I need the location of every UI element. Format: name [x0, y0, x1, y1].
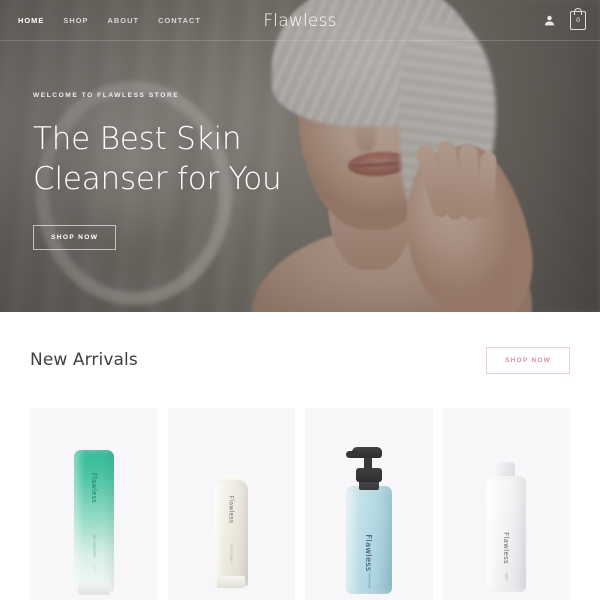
product-sub-label: HAND WASH: [367, 572, 371, 589]
product-sub-label: FACE CREAM: [229, 544, 233, 563]
product-image: Flawless HAND WASH: [305, 408, 433, 600]
product-card-pump-bottle[interactable]: Flawless HAND WASH: [305, 408, 433, 600]
product-image: Flawless FACE CREAM: [168, 408, 296, 600]
nav-link-shop[interactable]: SHOP: [63, 16, 88, 25]
nav-icon-group: 0: [543, 0, 586, 41]
product-sub-label: TONER: [504, 572, 508, 581]
product-card-cream-tube[interactable]: Flawless FACE CREAM: [167, 408, 296, 600]
hero-shop-now-button[interactable]: SHOP NOW: [33, 225, 117, 250]
hero-title-line-2: Cleanser for You: [33, 161, 282, 197]
new-arrivals-section: New Arrivals SHOP NOW Flawless SKIN CLEA…: [0, 312, 600, 600]
top-navigation-bar: HOME SHOP ABOUT CONTACT Flawless 0: [0, 0, 600, 41]
bottle-collar: [355, 468, 382, 482]
tube-cap: [77, 582, 110, 595]
hero-title-line-1: The Best Skin: [33, 121, 242, 157]
product-brand-label: Flawless: [502, 532, 511, 564]
nav-links: HOME SHOP ABOUT CONTACT: [0, 16, 201, 25]
new-arrivals-header: New Arrivals SHOP NOW: [30, 312, 570, 408]
product-card-white-bottle[interactable]: Flawless TONER: [442, 408, 571, 600]
product-brand-label: Flawless: [227, 495, 235, 524]
nav-link-about[interactable]: ABOUT: [108, 16, 140, 25]
blue-pump-bottle: Flawless HAND WASH: [345, 442, 392, 594]
product-image: Flawless TONER: [443, 408, 571, 600]
section-title: New Arrivals: [30, 350, 138, 370]
cream-tube: Flawless FACE CREAM: [214, 475, 249, 588]
product-sub-label: SKIN CLEANSER: [92, 533, 96, 558]
arrivals-shop-now-button[interactable]: SHOP NOW: [486, 346, 570, 374]
hero-title: The Best Skin Cleanser for You: [33, 119, 282, 199]
hero-section: HOME SHOP ABOUT CONTACT Flawless 0 WELCO…: [0, 0, 600, 312]
green-cleanser-tube: Flawless SKIN CLEANSER 120 ml: [73, 450, 114, 595]
product-card-green-tube[interactable]: Flawless SKIN CLEANSER 120 ml: [30, 408, 158, 600]
product-brand-label: Flawless: [363, 534, 374, 572]
product-grid: Flawless SKIN CLEANSER 120 ml Flawless F…: [30, 408, 570, 600]
user-account-icon[interactable]: [543, 14, 556, 27]
hero-eyebrow: WELCOME TO FLAWLESS STORE: [33, 92, 180, 99]
shopping-bag-icon[interactable]: 0: [570, 8, 586, 30]
product-volume-label: 120 ml: [92, 565, 95, 573]
product-brand-label: Flawless: [89, 472, 98, 504]
pump-spout: [345, 451, 358, 458]
tube-cap: [217, 576, 246, 588]
cart-count-badge: 0: [576, 17, 580, 24]
pump-stem: [363, 456, 372, 470]
nav-link-home[interactable]: HOME: [18, 16, 44, 25]
nav-link-contact[interactable]: CONTACT: [158, 16, 201, 25]
hero-copy: WELCOME TO FLAWLESS STORE The Best Skin …: [33, 92, 282, 250]
product-image: Flawless SKIN CLEANSER 120 ml: [30, 408, 158, 600]
white-bottle: Flawless TONER: [486, 456, 527, 592]
site-logo-text: Flawless: [263, 10, 337, 31]
